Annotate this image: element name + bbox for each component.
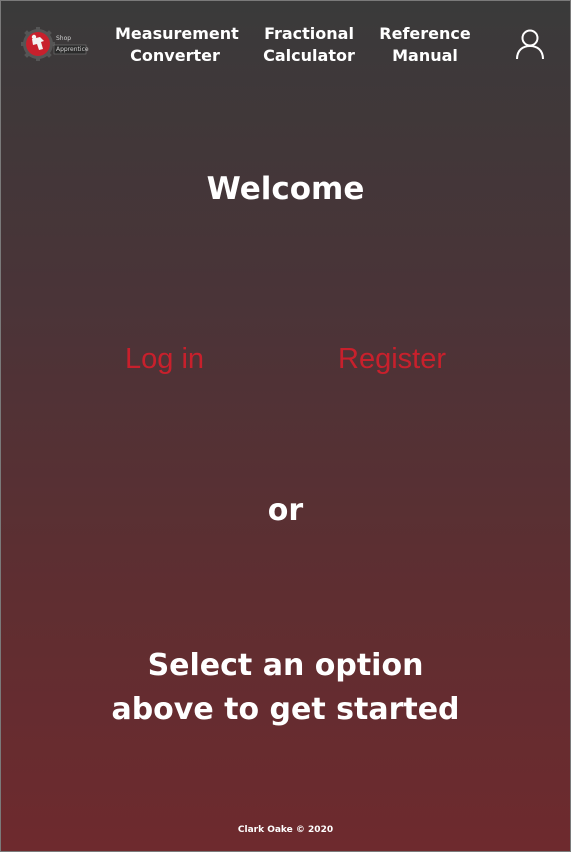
nav-reference-manual[interactable]: Reference Manual [375,23,475,67]
get-started-line2: above to get started [111,692,460,727]
nav-measurement-converter[interactable]: Measurement Converter [115,23,239,67]
login-link[interactable]: Log in [125,341,204,377]
logo-graphic [21,27,87,61]
shop-apprentice-logo[interactable]: Shop Apprentice [21,27,89,61]
get-started-line1: Select an option [147,648,424,683]
get-started-message: Select an option above to get started [1,644,570,732]
welcome-heading: Welcome [206,171,365,207]
user-account-button[interactable] [513,27,547,61]
user-icon [516,29,544,60]
logo-text-line2: Apprentice [56,46,89,53]
footer-copyright: Clark Oake © 2020 [237,825,334,835]
top-navbar: Shop Apprentice Measurement Converter Fr… [1,1,570,87]
or-divider-text: or [267,493,304,528]
register-link[interactable]: Register [338,341,446,377]
app-page: Shop Apprentice Measurement Converter Fr… [0,0,571,852]
logo-text-line1: Shop [56,35,72,42]
nav-fractional-calculator[interactable]: Fractional Calculator [259,23,359,67]
